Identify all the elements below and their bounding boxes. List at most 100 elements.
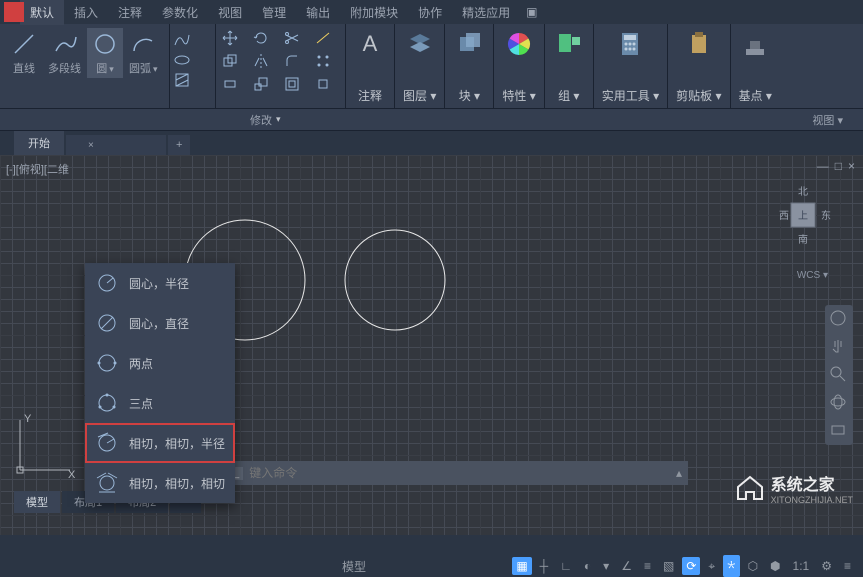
cursor-icon[interactable]: ⌖ xyxy=(704,557,719,576)
menu-parametric[interactable]: 参数化 xyxy=(152,0,208,25)
menu-annotate[interactable]: 注释 xyxy=(108,0,152,25)
fillet-icon[interactable] xyxy=(282,51,302,71)
menubar: 默认 插入 注释 参数化 视图 管理 输出 附加模块 协作 精选应用 ▣ xyxy=(0,0,863,24)
line-icon xyxy=(10,30,38,58)
pan-icon[interactable] xyxy=(829,337,849,357)
tab-drawing[interactable]: × xyxy=(66,135,166,155)
show-motion-icon[interactable] xyxy=(829,421,849,441)
menu-view[interactable]: 视图 xyxy=(208,0,252,25)
grid-toggle-icon[interactable]: ▦ xyxy=(512,557,531,575)
scale-icon[interactable] xyxy=(251,74,271,94)
stretch-icon[interactable] xyxy=(220,74,240,94)
selection-cycle-icon[interactable]: ⟳ xyxy=(682,557,700,575)
circle-three-points[interactable]: 三点 xyxy=(85,383,235,423)
lineweight-icon[interactable]: ≡ xyxy=(640,557,655,575)
iso-icon[interactable]: ⬡ xyxy=(744,557,762,575)
clipboard-button[interactable]: 剪贴板 ▾ xyxy=(668,24,730,108)
circle-button[interactable]: 圆▾ xyxy=(87,28,123,78)
offset-icon[interactable] xyxy=(282,74,302,94)
viewport-controls: — □ × xyxy=(817,159,855,173)
color-wheel-icon xyxy=(503,28,535,60)
transparency-icon[interactable]: ▧ xyxy=(659,557,678,575)
iso-icon2[interactable]: ⬢ xyxy=(766,557,784,575)
minimize-icon[interactable]: — xyxy=(817,159,829,173)
svg-text:南: 南 xyxy=(798,233,808,245)
spline-icon[interactable] xyxy=(172,30,192,50)
tab-start[interactable]: 开始 xyxy=(14,131,64,155)
menu-default[interactable]: 默认 xyxy=(20,0,64,25)
menu-tab-focus-icon[interactable]: ▣ xyxy=(520,1,543,23)
svg-text:东: 东 xyxy=(821,209,831,222)
annotate-button[interactable]: A 注释 xyxy=(346,24,395,108)
circle-two-points[interactable]: 两点 xyxy=(85,343,235,383)
circle-ttr-icon xyxy=(95,431,119,455)
circle-3pt-icon xyxy=(95,391,119,415)
svg-text:Y: Y xyxy=(24,413,32,425)
modify-label-row: 修改▾ 视图 ▾ xyxy=(0,109,863,131)
tab-model[interactable]: 模型 xyxy=(14,491,60,513)
menu-output[interactable]: 输出 xyxy=(296,0,340,25)
menu-addins[interactable]: 附加模块 xyxy=(340,0,408,25)
utilities-button[interactable]: 实用工具 ▾ xyxy=(594,24,668,108)
app-logo-icon xyxy=(4,2,24,22)
rotate-icon[interactable] xyxy=(251,28,271,48)
line-button[interactable]: 直线 xyxy=(6,28,42,78)
scale-label[interactable]: 1:1 xyxy=(789,557,814,575)
document-tabs: 开始 × + xyxy=(0,131,863,155)
status-model[interactable]: 模型 xyxy=(338,556,370,577)
wcs-label[interactable]: WCS ▾ xyxy=(797,270,828,281)
new-tab-button[interactable]: + xyxy=(168,135,190,155)
svg-text:A: A xyxy=(363,31,378,56)
cmd-dropdown-icon[interactable]: ▴ xyxy=(676,466,682,480)
drawing-workspace[interactable]: [-][俯视][二维 — □ × 圆心，半径 圆心，直径 两点 三点 相切，相切… xyxy=(0,155,863,535)
osnap-toggle-icon[interactable]: ▾ xyxy=(599,557,613,575)
polar-toggle-icon[interactable]: ◐ xyxy=(580,557,595,575)
block-icon xyxy=(453,28,485,60)
view-cube[interactable]: 北 南 西 东 上 xyxy=(773,185,833,245)
otrack-toggle-icon[interactable]: ∠ xyxy=(617,557,636,575)
properties-button[interactable]: 特性 ▾ xyxy=(494,24,544,108)
command-input[interactable] xyxy=(249,466,670,480)
polyline-button[interactable]: 多段线 xyxy=(44,28,85,78)
circle-tan-tan-radius[interactable]: 相切，相切，半径 xyxy=(85,423,235,463)
circle-center-diameter[interactable]: 圆心，直径 xyxy=(85,303,235,343)
group-button[interactable]: 组 ▾ xyxy=(545,24,594,108)
circle-icon xyxy=(91,30,119,58)
menu-featured[interactable]: 精选应用 xyxy=(452,0,520,25)
hatch-icon[interactable] xyxy=(172,70,192,90)
mirror-icon[interactable] xyxy=(251,51,271,71)
drawn-circle-2 xyxy=(340,225,450,335)
trim-icon[interactable] xyxy=(282,28,302,48)
close-viewport-icon[interactable]: × xyxy=(848,159,855,173)
maximize-icon[interactable]: □ xyxy=(835,159,842,173)
ellipse-icon[interactable] xyxy=(172,50,192,70)
close-icon[interactable]: × xyxy=(88,140,94,151)
menu-collab[interactable]: 协作 xyxy=(408,0,452,25)
circle-tan-tan-tan[interactable]: 相切，相切，相切 xyxy=(85,463,235,503)
gear-icon[interactable]: ⚙ xyxy=(817,557,836,575)
menu-manage[interactable]: 管理 xyxy=(252,0,296,25)
orbit-icon[interactable] xyxy=(829,393,849,413)
layer-button[interactable]: 图层 ▾ xyxy=(395,24,445,108)
polyline-icon xyxy=(51,30,79,58)
calculator-icon xyxy=(614,28,646,60)
dyn-input-icon[interactable]: 🞯 xyxy=(723,555,739,577)
menu-icon[interactable]: ≡ xyxy=(840,557,855,575)
block-button[interactable]: 块 ▾ xyxy=(445,24,494,108)
steering-wheel-icon[interactable] xyxy=(829,309,849,329)
clipboard-icon xyxy=(683,28,715,60)
array-icon[interactable] xyxy=(313,51,333,71)
extend-icon[interactable] xyxy=(313,28,333,48)
move-icon[interactable] xyxy=(220,28,240,48)
ortho-toggle-icon[interactable]: ∟ xyxy=(556,557,576,575)
explode-icon[interactable] xyxy=(313,74,333,94)
base-button[interactable]: 基点 ▾ xyxy=(731,24,780,108)
arc-button[interactable]: 圆弧▾ xyxy=(125,28,162,78)
copy-icon[interactable] xyxy=(220,51,240,71)
menu-insert[interactable]: 插入 xyxy=(64,0,108,25)
zoom-icon[interactable] xyxy=(829,365,849,385)
snap-toggle-icon[interactable]: ┼ xyxy=(536,557,553,575)
ribbon: 直线 多段线 圆▾ 圆弧▾ xyxy=(0,24,863,109)
circle-center-radius[interactable]: 圆心，半径 xyxy=(85,263,235,303)
viewport-label[interactable]: [-][俯视][二维 xyxy=(6,161,69,177)
